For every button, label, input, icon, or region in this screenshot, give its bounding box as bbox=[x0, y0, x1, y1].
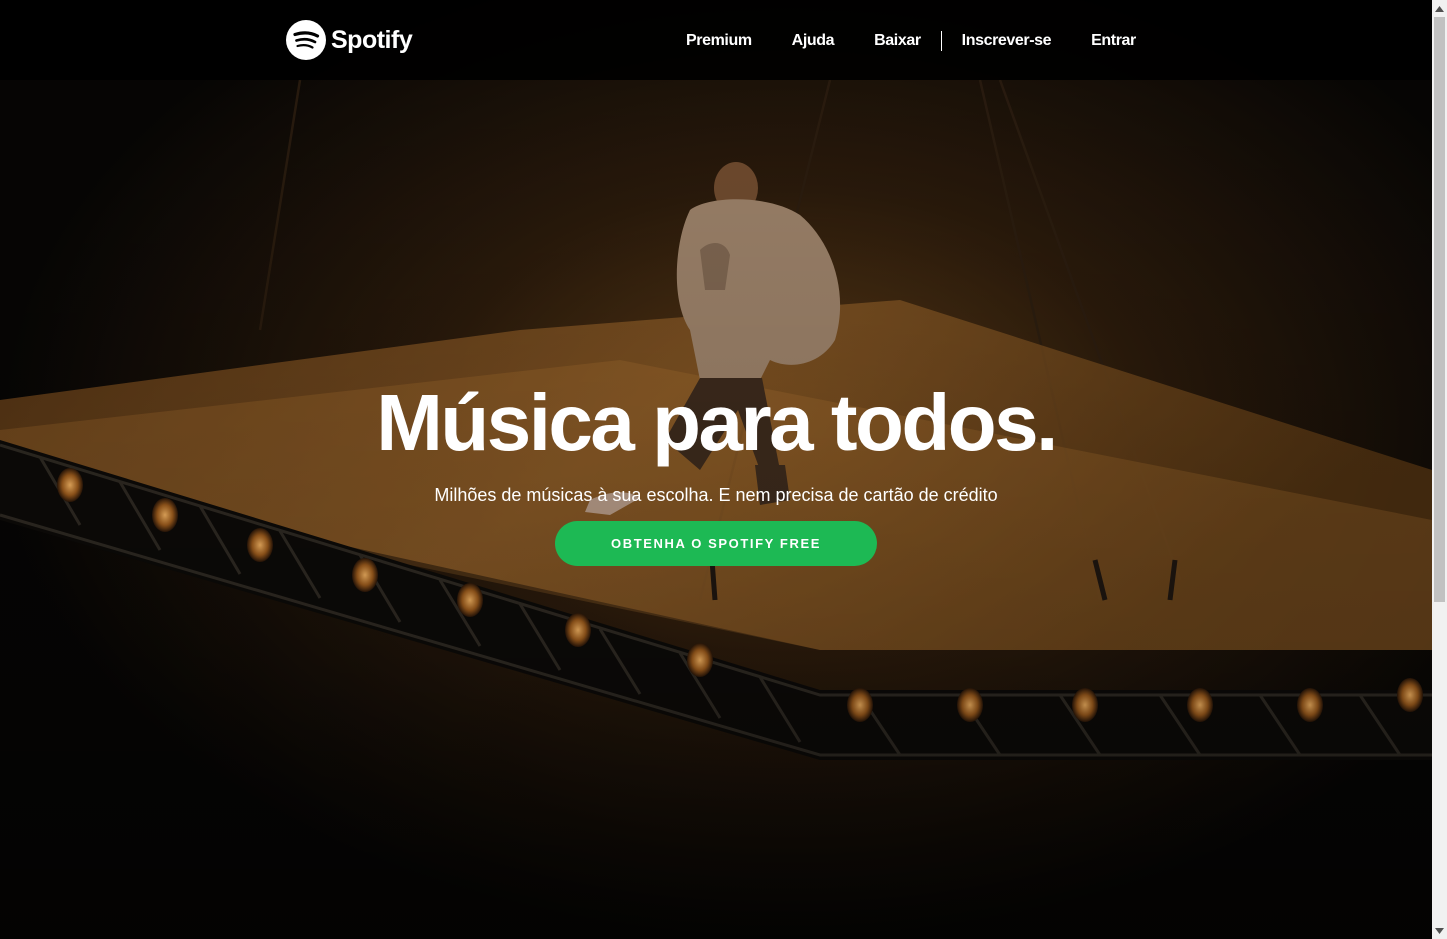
scrollbar-thumb[interactable] bbox=[1434, 17, 1445, 602]
nav-premium-link[interactable]: Premium bbox=[666, 31, 772, 51]
spotify-home-page: Spotify Premium Ajuda Baixar Inscrever-s… bbox=[0, 0, 1432, 939]
vertical-scrollbar[interactable] bbox=[1432, 0, 1447, 939]
hero-title: Música para todos. bbox=[376, 378, 1058, 467]
hero-subtitle: Milhões de músicas à sua escolha. E nem … bbox=[434, 485, 998, 505]
get-spotify-free-button[interactable]: OBTENHA O SPOTIFY FREE bbox=[555, 521, 877, 566]
nav-login-link[interactable]: Entrar bbox=[1071, 31, 1156, 51]
nav-download-link[interactable]: Baixar bbox=[854, 31, 941, 51]
scroll-up-arrow-icon[interactable] bbox=[1432, 0, 1447, 17]
spotify-logo[interactable]: Spotify bbox=[286, 20, 413, 60]
spotify-logo-icon bbox=[286, 20, 326, 60]
main-nav: Premium Ajuda Baixar Inscrever-se Entrar bbox=[666, 30, 1156, 52]
scroll-down-arrow-icon[interactable] bbox=[1432, 922, 1447, 939]
nav-help-link[interactable]: Ajuda bbox=[772, 31, 854, 51]
browser-viewport: Spotify Premium Ajuda Baixar Inscrever-s… bbox=[0, 0, 1447, 939]
brand-name: Spotify bbox=[331, 25, 413, 54]
nav-signup-link[interactable]: Inscrever-se bbox=[942, 31, 1072, 51]
